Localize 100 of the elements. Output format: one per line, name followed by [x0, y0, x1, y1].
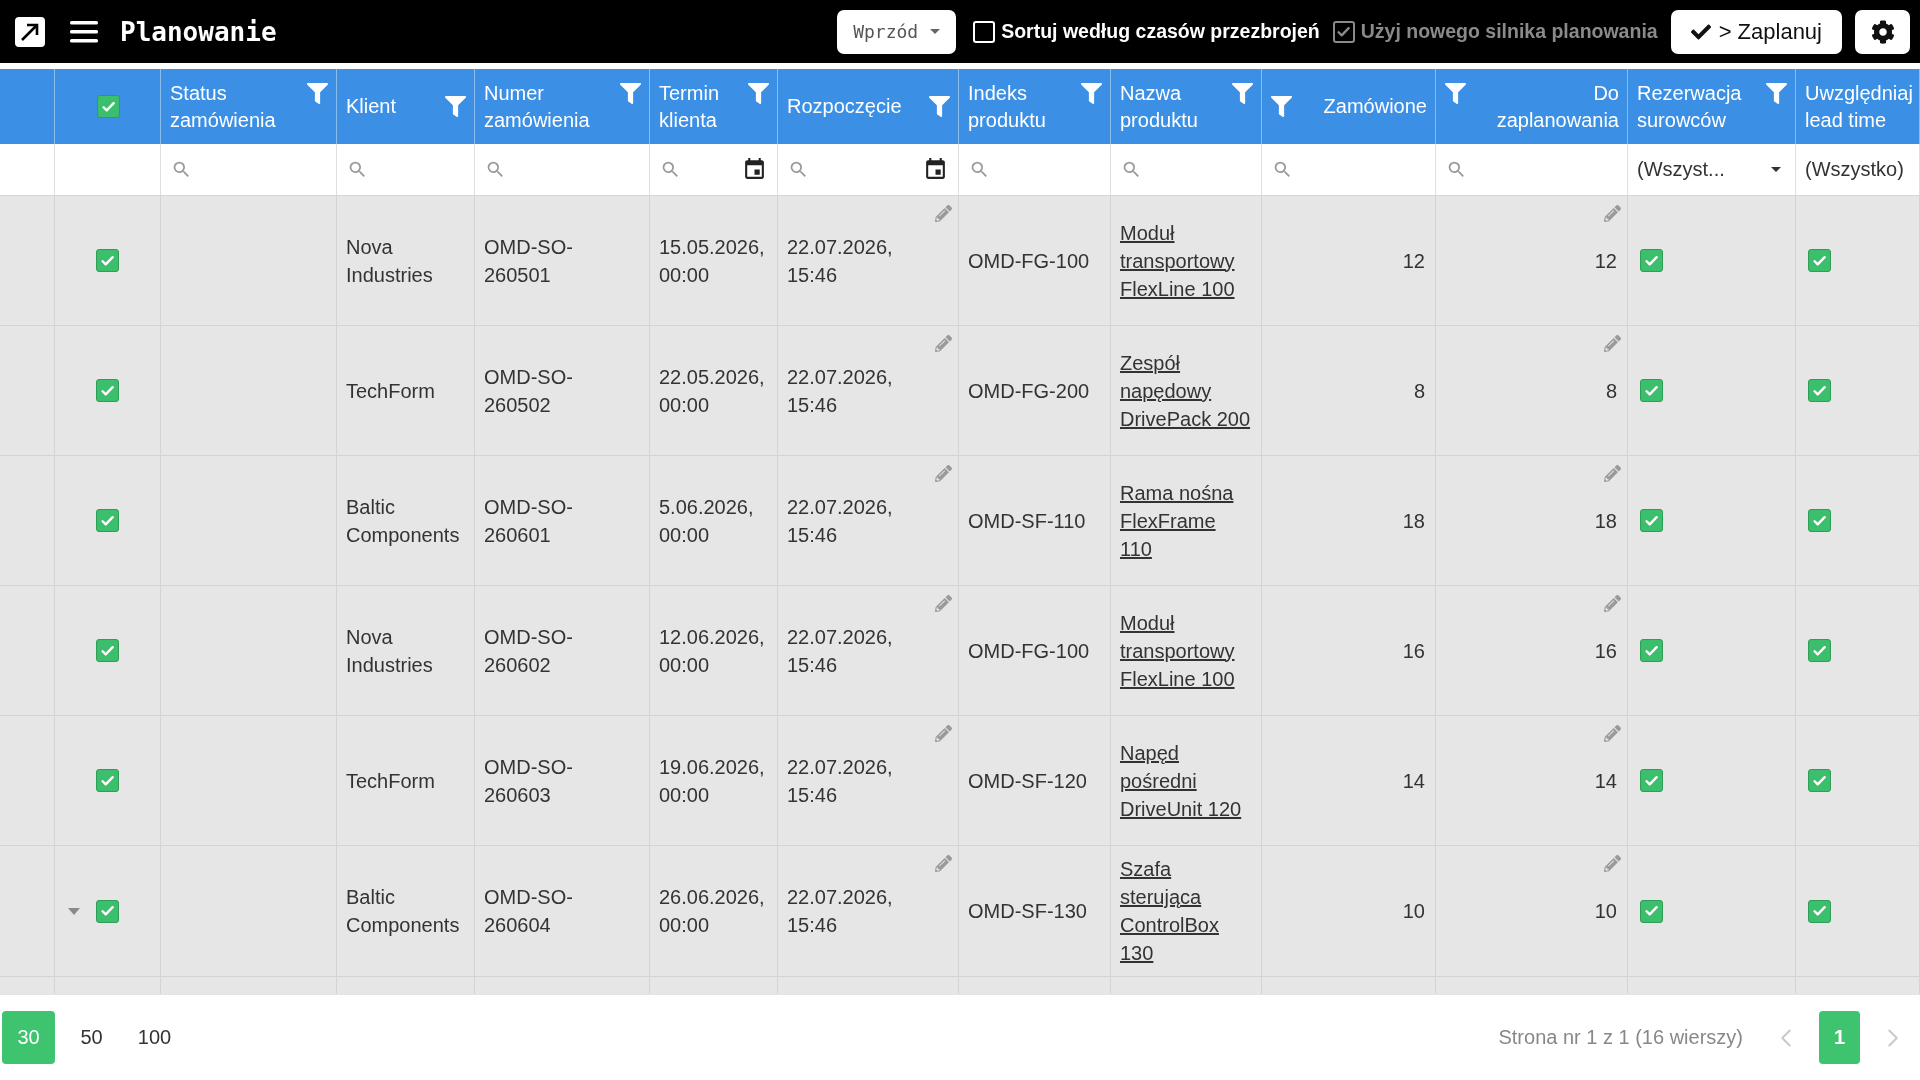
checkbox[interactable] — [1808, 509, 1831, 532]
pencil-icon[interactable] — [935, 465, 952, 482]
date-text: 12.06.2026, 00:00 — [659, 624, 766, 678]
number-text: 8 — [1605, 378, 1617, 404]
filter-icon[interactable] — [1271, 96, 1292, 117]
date-text: 22.07.2026, 15:46 — [787, 885, 894, 938]
product-link[interactable]: Szafa sterująca ControlBox 130 — [1120, 855, 1251, 967]
pencil-icon[interactable] — [1604, 595, 1621, 612]
direction-dropdown[interactable]: Wprzód — [837, 9, 957, 54]
cell-text: OMD-SO-260604 — [484, 885, 574, 938]
pencil-icon[interactable] — [1604, 855, 1621, 872]
pencil-icon[interactable] — [935, 595, 952, 612]
pencil-icon[interactable] — [1604, 725, 1621, 742]
checkbox[interactable] — [1640, 379, 1663, 402]
schedule-button[interactable]: > Zaplanuj — [1670, 9, 1842, 54]
date-text: 22.07.2026, 15:46 — [787, 364, 894, 418]
column-title: Rozpoczęcie — [787, 94, 903, 119]
checkbox[interactable] — [1808, 249, 1831, 272]
filter-icon[interactable] — [620, 82, 641, 104]
pencil-icon[interactable] — [935, 205, 952, 222]
number-text: 12 — [1594, 248, 1617, 274]
cell-text: OMD-FG-100 — [968, 248, 1090, 274]
column-title: Status zamówienia — [170, 80, 277, 133]
menu-icon[interactable] — [70, 20, 98, 43]
checkbox[interactable] — [1808, 899, 1831, 923]
settings-button[interactable] — [1855, 9, 1910, 54]
product-link[interactable]: Moduł transportowy FlexLine 100 — [1120, 608, 1251, 693]
checkbox[interactable] — [1640, 769, 1663, 792]
check-icon — [1813, 255, 1826, 266]
column-title: Termin klienta — [659, 80, 720, 133]
settings-icon — [1870, 19, 1895, 44]
checkbox[interactable] — [95, 769, 119, 792]
checkbox[interactable] — [1808, 379, 1831, 402]
cell-text: TechForm — [346, 378, 435, 404]
column-title: Indeks produktu — [968, 80, 1047, 133]
cell-text: OMD-SF-120 — [968, 768, 1087, 794]
cell-text: OMD-SF-110 — [968, 508, 1086, 534]
checkbox[interactable] — [1640, 899, 1663, 923]
product-link[interactable]: Rama nośna FlexFrame 110 — [1120, 478, 1251, 563]
checkbox[interactable] — [1640, 249, 1663, 272]
checkbox[interactable] — [95, 249, 119, 272]
date-text: 26.06.2026, 00:00 — [659, 885, 766, 938]
checkbox[interactable] — [1640, 639, 1663, 662]
product-link[interactable]: Zespół napędowy DrivePack 200 — [1120, 348, 1251, 433]
search-icon — [660, 159, 681, 180]
date-text: 22.07.2026, 15:46 — [787, 234, 894, 288]
check-icon — [1645, 645, 1658, 656]
date-text: 19.06.2026, 00:00 — [659, 754, 766, 808]
date-text: 22.05.2026, 00:00 — [659, 364, 766, 418]
pencil-icon[interactable] — [1604, 205, 1621, 222]
calendar-icon[interactable] — [742, 157, 767, 182]
checkbox[interactable] — [1640, 509, 1663, 532]
pencil-icon[interactable] — [935, 335, 952, 352]
column-title: Klient — [346, 94, 398, 119]
checkbox[interactable] — [95, 379, 119, 402]
filter-icon[interactable] — [748, 82, 769, 104]
filter-icon[interactable] — [1232, 82, 1253, 104]
filter-icon[interactable] — [1081, 82, 1102, 104]
number-text: 8 — [1413, 378, 1425, 404]
caret-icon — [930, 29, 941, 34]
cell-text: OMD-SO-260502 — [484, 364, 574, 418]
filter-icon[interactable] — [929, 96, 950, 117]
pencil-icon[interactable] — [935, 855, 952, 872]
number-text: 16 — [1594, 638, 1617, 664]
column-title: Nazwa produktu — [1120, 80, 1199, 133]
date-text: 22.07.2026, 15:46 — [787, 494, 894, 548]
search-icon — [1121, 159, 1142, 180]
checkbox[interactable] — [1808, 769, 1831, 792]
pencil-icon[interactable] — [1604, 465, 1621, 482]
check-icon — [100, 515, 114, 526]
caret-icon[interactable] — [68, 908, 80, 915]
checkbox[interactable] — [95, 639, 119, 662]
filter-icon[interactable] — [445, 96, 466, 117]
check-icon — [1813, 515, 1826, 526]
checkbox[interactable] — [95, 509, 119, 532]
filter-icon[interactable] — [307, 82, 328, 104]
pencil-icon[interactable] — [935, 725, 952, 742]
checkbox[interactable] — [95, 899, 119, 923]
product-link[interactable]: Napęd pośredni DriveUnit 120 — [1120, 738, 1251, 823]
column-title: Rezerwacja surowców — [1637, 80, 1743, 133]
product-link[interactable]: Moduł transportowy FlexLine 100 — [1120, 218, 1251, 303]
number-text: 10 — [1594, 899, 1617, 924]
checkbox[interactable] — [96, 95, 120, 118]
column-title: Uwzględniaj lead time — [1805, 80, 1913, 133]
checkbox[interactable] — [1808, 639, 1831, 662]
page-size-button[interactable]: 100 — [128, 1011, 181, 1064]
check-icon — [1645, 515, 1658, 526]
number-text: 16 — [1402, 638, 1425, 664]
filter-icon[interactable] — [1766, 82, 1787, 104]
check-icon — [1813, 906, 1826, 916]
number-text: 14 — [1402, 768, 1425, 794]
calendar-icon[interactable] — [923, 157, 948, 182]
date-text: 5.06.2026, 00:00 — [659, 494, 755, 548]
number-text: 12 — [1402, 248, 1425, 274]
page-size-button[interactable]: 50 — [65, 1011, 118, 1064]
app-title: Planowanie — [120, 16, 277, 47]
pencil-icon[interactable] — [1604, 335, 1621, 352]
cell-text: OMD-FG-200 — [968, 378, 1090, 404]
filter-icon[interactable] — [1445, 82, 1466, 104]
checkbox-label: Sortuj według czasów przezbrojeń — [1001, 20, 1320, 43]
